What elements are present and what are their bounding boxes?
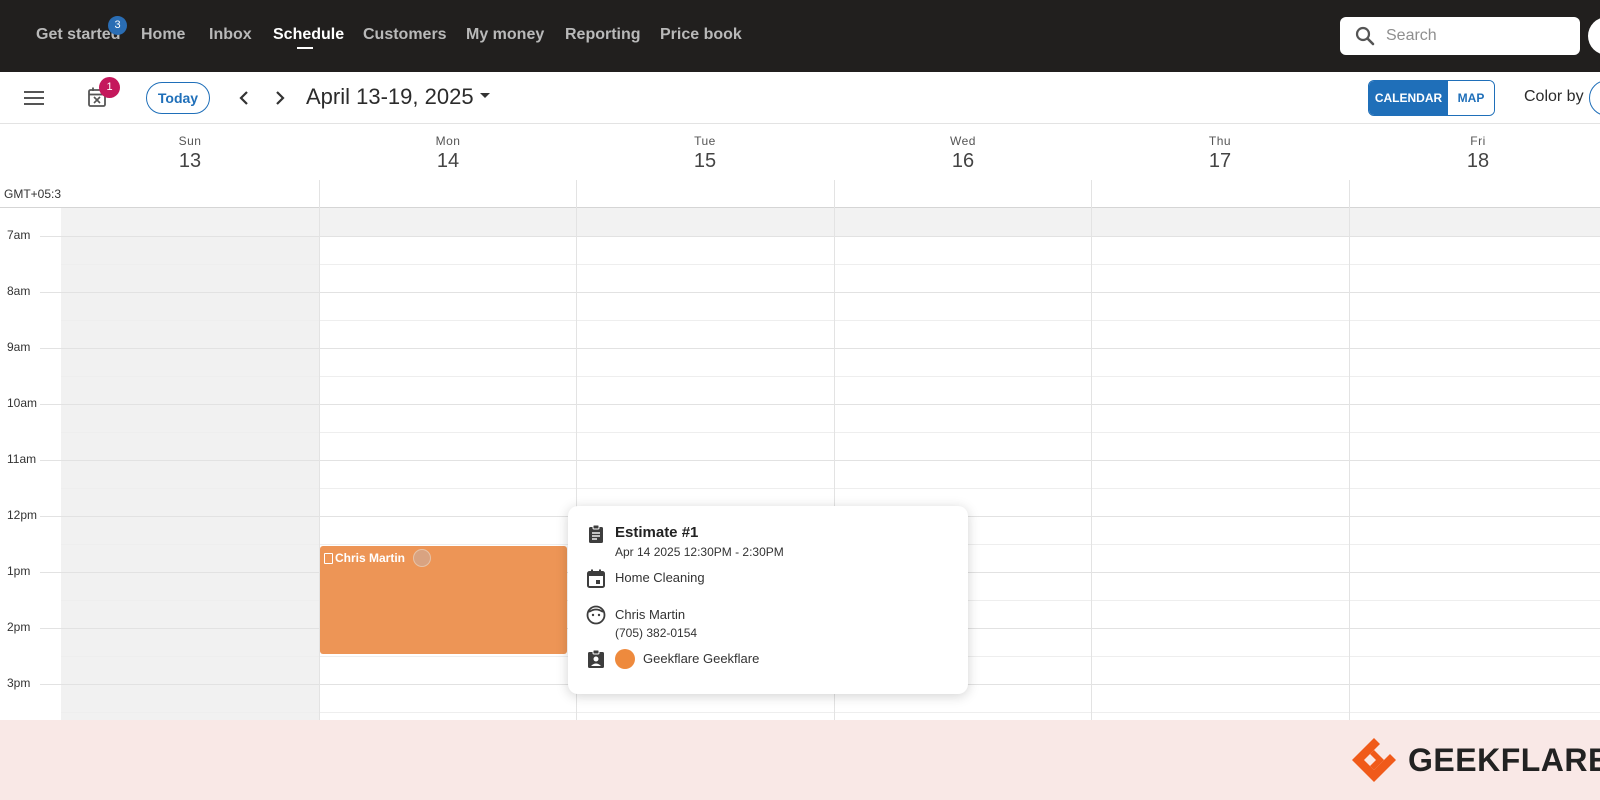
nav-home[interactable]: Home bbox=[141, 26, 185, 44]
half-hour-line bbox=[61, 376, 1600, 377]
chevron-right-icon[interactable] bbox=[268, 86, 292, 110]
day-name: Wed bbox=[950, 134, 976, 148]
day-header-tue[interactable]: Tue 15 bbox=[576, 124, 834, 180]
half-hour-line bbox=[61, 264, 1600, 265]
timezone-label: GMT+05:3 bbox=[4, 187, 62, 201]
time-label: 8am bbox=[7, 284, 31, 298]
clipboard-icon bbox=[589, 524, 603, 543]
day-name: Mon bbox=[435, 134, 461, 148]
top-navigation-bar: Get started 3 Home Inbox Schedule Custom… bbox=[0, 0, 1600, 72]
menu-icon[interactable] bbox=[24, 90, 44, 106]
color-by-select[interactable] bbox=[1589, 80, 1600, 116]
hour-line bbox=[40, 236, 1600, 237]
time-label: 9am bbox=[7, 340, 31, 354]
calendar-view-button[interactable]: CALENDAR bbox=[1369, 81, 1448, 115]
geekflare-logo-icon bbox=[1352, 738, 1396, 782]
half-hour-line bbox=[61, 712, 1600, 713]
half-hour-line bbox=[61, 488, 1600, 489]
get-started-badge: 3 bbox=[108, 16, 127, 35]
day-name: Sun bbox=[178, 134, 202, 148]
today-button[interactable]: Today bbox=[146, 82, 210, 114]
date-range-dropdown-icon[interactable] bbox=[480, 93, 490, 98]
customer-face-icon bbox=[586, 605, 606, 625]
user-avatar[interactable] bbox=[1588, 17, 1600, 55]
color-by-label: Color by bbox=[1524, 88, 1584, 105]
time-label: 7am bbox=[7, 228, 31, 242]
unscheduled-badge: 1 bbox=[99, 77, 120, 98]
popover-title: Estimate #1 bbox=[615, 524, 699, 541]
popover-assignee: Geekflare Geekflare bbox=[643, 651, 760, 666]
half-hour-line bbox=[61, 432, 1600, 433]
event-details-popover: Estimate #1 Apr 14 2025 12:30PM - 2:30PM… bbox=[568, 506, 968, 694]
nav-inbox[interactable]: Inbox bbox=[209, 26, 252, 44]
time-label: 2pm bbox=[7, 620, 31, 634]
sunday-column-shade bbox=[61, 208, 319, 720]
brand-logo-text: GEEKFLARE bbox=[1408, 742, 1600, 778]
chevron-left-icon[interactable] bbox=[232, 86, 256, 110]
popover-customer-name[interactable]: Chris Martin bbox=[615, 607, 685, 622]
view-toggle: CALENDAR MAP bbox=[1368, 80, 1495, 116]
hour-line bbox=[40, 348, 1600, 349]
nav-my-money[interactable]: My money bbox=[466, 26, 544, 44]
day-divider bbox=[1349, 180, 1350, 720]
assignee-avatar bbox=[413, 549, 431, 567]
day-date: 18 bbox=[1466, 150, 1490, 172]
hour-line bbox=[40, 404, 1600, 405]
nav-reporting[interactable]: Reporting bbox=[565, 26, 641, 44]
assignee-avatar bbox=[615, 649, 635, 669]
popover-customer-phone[interactable]: (705) 382-0154 bbox=[615, 626, 697, 640]
day-name: Fri bbox=[1470, 134, 1486, 148]
time-label: 11am bbox=[7, 452, 37, 466]
day-header-mon[interactable]: Mon 14 bbox=[319, 124, 577, 180]
day-date: 16 bbox=[951, 150, 975, 172]
hour-line bbox=[40, 292, 1600, 293]
search-input[interactable] bbox=[1386, 25, 1566, 47]
nav-active-underline bbox=[297, 47, 313, 49]
half-hour-line bbox=[61, 320, 1600, 321]
search-icon bbox=[1355, 26, 1375, 46]
nav-customers[interactable]: Customers bbox=[363, 26, 447, 44]
day-name: Tue bbox=[694, 134, 716, 148]
assigned-employee-icon bbox=[588, 649, 604, 668]
hour-line bbox=[40, 460, 1600, 461]
nav-price-book[interactable]: Price book bbox=[660, 26, 742, 44]
day-date: 13 bbox=[178, 150, 202, 172]
day-header-thu[interactable]: Thu 17 bbox=[1091, 124, 1349, 180]
time-label: 3pm bbox=[7, 676, 31, 690]
search-box[interactable] bbox=[1340, 17, 1580, 55]
day-date: 14 bbox=[436, 150, 460, 172]
day-divider bbox=[1091, 180, 1092, 720]
time-label: 12pm bbox=[7, 508, 38, 522]
calendar-event[interactable]: Chris Martin bbox=[320, 546, 567, 654]
nav-schedule[interactable]: Schedule bbox=[273, 26, 344, 44]
day-date: 17 bbox=[1208, 150, 1232, 172]
popover-datetime: Apr 14 2025 12:30PM - 2:30PM bbox=[615, 545, 784, 559]
time-label: 1pm bbox=[7, 564, 31, 578]
calendar-icon bbox=[587, 569, 605, 588]
event-title: Chris Martin bbox=[335, 551, 406, 565]
early-hours-shade bbox=[61, 208, 1600, 236]
day-header-fri[interactable]: Fri 18 bbox=[1349, 124, 1600, 180]
day-header-wed[interactable]: Wed 16 bbox=[834, 124, 1092, 180]
day-date: 15 bbox=[693, 150, 717, 172]
popover-service: Home Cleaning bbox=[615, 570, 705, 585]
watermark-footer: GEEKFLARE bbox=[0, 720, 1600, 800]
day-header-sun[interactable]: Sun 13 bbox=[61, 124, 319, 180]
schedule-toolbar: 1 Today April 13-19, 2025 CALENDAR MAP C… bbox=[0, 72, 1600, 124]
map-view-button[interactable]: MAP bbox=[1448, 81, 1494, 115]
day-name: Thu bbox=[1208, 134, 1232, 148]
time-label: 10am bbox=[7, 396, 38, 410]
all-day-divider bbox=[0, 207, 1600, 208]
clipboard-icon bbox=[324, 553, 333, 564]
date-range-title[interactable]: April 13-19, 2025 bbox=[306, 84, 474, 110]
